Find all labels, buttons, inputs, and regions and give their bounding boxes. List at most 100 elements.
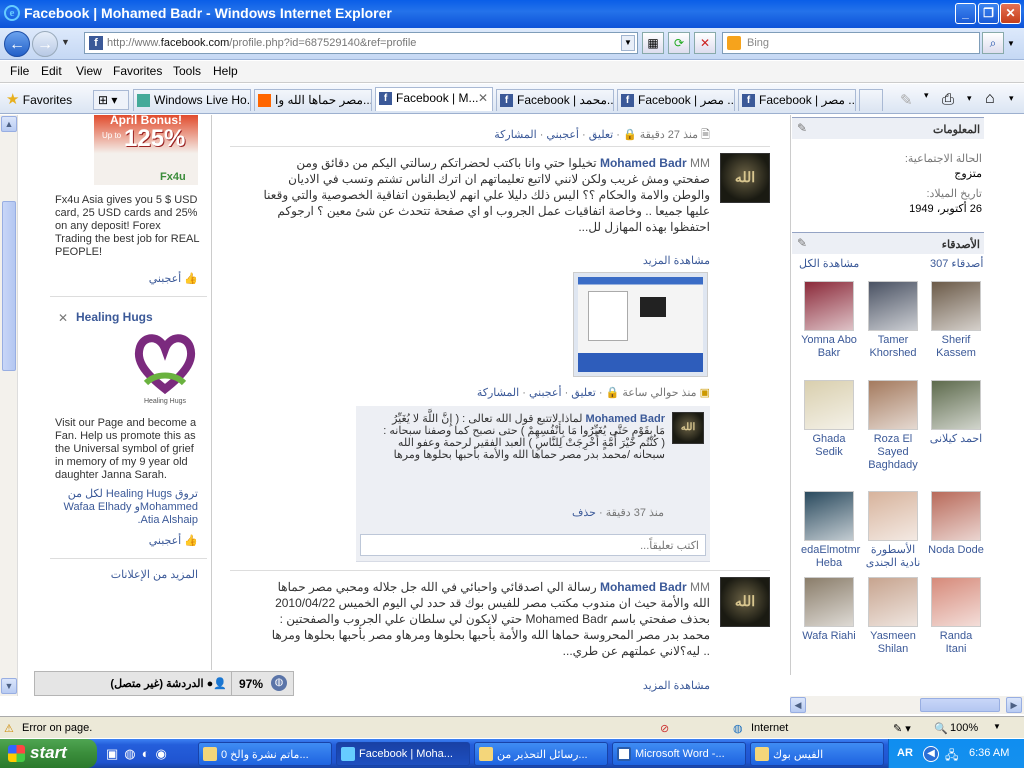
friend-name[interactable]: الأسطورة نادية الجندى: [865, 544, 921, 570]
search-input[interactable]: Bing: [722, 32, 980, 54]
vertical-scrollbar[interactable]: ▲ ▼: [0, 115, 18, 696]
tab-facebook-2[interactable]: f Facebook | محمد...: [496, 89, 614, 111]
healing-hugs-title[interactable]: Healing Hugs: [76, 310, 153, 324]
like-link[interactable]: أعجبني: [546, 129, 579, 141]
friend-photo[interactable]: [868, 281, 918, 331]
healing-hugs-logo[interactable]: Healing Hugs: [132, 329, 198, 409]
friend-photo[interactable]: [868, 577, 918, 627]
protected-mode-icon[interactable]: ✎ ▾: [893, 722, 911, 735]
url-field[interactable]: f http://www.facebook.com/profile.php?id…: [84, 32, 638, 54]
friend-name[interactable]: edaElmotmr Heba: [801, 544, 860, 570]
stop-icon[interactable]: ✕: [694, 32, 716, 54]
maximize-button[interactable]: ❐: [978, 3, 999, 24]
minimize-button[interactable]: _: [955, 3, 976, 24]
fx4u-ad-banner[interactable]: April Bonus! Up to 125% Fx4u: [94, 115, 198, 185]
friend-name[interactable]: Yasmeen Shilan: [865, 630, 921, 656]
home-icon[interactable]: ⌂: [985, 90, 995, 108]
see-more-link[interactable]: مشاهدة المزيد: [560, 254, 710, 267]
like-ad-1[interactable]: 👍 أعجبني: [120, 272, 198, 285]
friend-name[interactable]: Ghada Sedik: [801, 433, 857, 459]
friend-item[interactable]: Wafa Riahi: [801, 577, 857, 643]
friend-name[interactable]: Randa Itani: [928, 630, 984, 656]
avatar[interactable]: الله: [720, 577, 770, 627]
friend-name[interactable]: Sherif Kassem: [928, 334, 984, 360]
friend-item[interactable]: Tamer Khorshed: [865, 281, 921, 360]
comment-author[interactable]: Mohamed Badr: [586, 413, 665, 425]
edit-info-icon[interactable]: ✎: [797, 121, 807, 135]
horizontal-scrollbar[interactable]: ◀ ▶: [790, 696, 1024, 714]
recent-pages-dropdown-icon[interactable]: ▼: [61, 37, 70, 47]
post-author[interactable]: Mohamed Badr: [600, 156, 687, 170]
like-ad-2[interactable]: 👍 أعجبني: [120, 534, 198, 547]
zoom-icon[interactable]: 🔍: [934, 722, 948, 735]
close-ad-icon[interactable]: ✕: [58, 311, 68, 325]
print-icon[interactable]: ⎙: [942, 91, 954, 108]
comment-avatar[interactable]: الله: [672, 412, 704, 444]
post-author[interactable]: Mohamed Badr: [600, 580, 687, 594]
search-icon[interactable]: ⌕: [982, 32, 1004, 54]
scroll-thumb[interactable]: [2, 201, 16, 371]
healing-hugs-social[interactable]: تروق Healing Hugs لكل من Mohammedو Wafaa…: [55, 488, 198, 527]
friend-name[interactable]: Noda Dode: [928, 544, 984, 557]
comment-link[interactable]: تعليق: [589, 129, 614, 141]
friend-photo[interactable]: [931, 281, 981, 331]
friend-name[interactable]: Yomna Abo Bakr: [801, 334, 857, 360]
friend-item[interactable]: edaElmotmr Heba: [801, 491, 860, 570]
friend-item[interactable]: الأسطورة نادية الجندى: [865, 491, 921, 570]
fx4u-ad-text[interactable]: Fx4u Asia gives you 5 $ USD card, 25 USD…: [55, 194, 200, 259]
share-link[interactable]: المشاركة: [477, 387, 519, 399]
friend-item[interactable]: Randa Itani: [928, 577, 984, 656]
friends-count[interactable]: 307 أصدقاء: [930, 257, 983, 270]
menu-help[interactable]: Help: [213, 64, 238, 78]
new-tab-button[interactable]: [859, 89, 883, 111]
refresh-icon[interactable]: ⟳: [668, 32, 690, 54]
taskbar-item-word[interactable]: Microsoft Word -...: [612, 742, 746, 766]
search-options-icon[interactable]: ▼: [1007, 39, 1015, 48]
delete-comment-link[interactable]: حذف: [572, 507, 596, 519]
friend-photo[interactable]: [931, 577, 981, 627]
quick-launch-icons[interactable]: ▣◍◐◉: [106, 746, 173, 762]
language-indicator[interactable]: AR: [897, 747, 913, 759]
forward-button[interactable]: →: [32, 31, 58, 57]
start-button[interactable]: start: [0, 739, 97, 768]
scroll-up-arrow-icon[interactable]: ▲: [1, 116, 17, 132]
edit-friends-icon[interactable]: ✎: [797, 236, 807, 250]
friend-item[interactable]: احمد كيلانى: [928, 380, 984, 446]
compatibility-view-icon[interactable]: ▦: [642, 32, 664, 54]
menu-edit[interactable]: Edit: [41, 64, 62, 78]
close-tab-icon[interactable]: ✕: [478, 91, 488, 105]
scroll-down-arrow-icon[interactable]: ▼: [1, 678, 17, 694]
friend-photo[interactable]: [931, 380, 981, 430]
comment-input[interactable]: اكتب تعليقاً...: [360, 534, 706, 556]
taskbar-item-folder-1[interactable]: ماتم نشرة والخ 0...: [198, 742, 332, 766]
url-dropdown-icon[interactable]: ▼: [621, 35, 635, 51]
zoom-level[interactable]: 100%: [950, 722, 978, 734]
like-link[interactable]: أعجبني: [529, 387, 562, 399]
friend-photo[interactable]: [804, 380, 854, 430]
more-ads-link[interactable]: المزيد من الإعلانات: [60, 568, 198, 581]
friend-item[interactable]: Ghada Sedik: [801, 380, 857, 459]
friend-photo[interactable]: [804, 491, 854, 541]
tab-blog[interactable]: مصر حماها الله وا...: [254, 89, 372, 111]
friend-photo[interactable]: [804, 577, 854, 627]
warning-icon[interactable]: ⚠: [4, 722, 14, 735]
friend-photo[interactable]: [931, 491, 981, 541]
taskbar-item-folder-2[interactable]: رسائل التحذير من...: [474, 742, 608, 766]
tab-facebook-active[interactable]: f Facebook | M... ✕: [375, 87, 493, 111]
menu-view[interactable]: View: [76, 64, 102, 78]
feeds-icon[interactable]: ✎: [900, 91, 913, 109]
friend-item[interactable]: Sherif Kassem: [928, 281, 984, 360]
hscroll-thumb[interactable]: [920, 698, 1000, 712]
tab-facebook-4[interactable]: f Facebook | مصر ...: [738, 89, 856, 111]
view-all-friends-link[interactable]: مشاهدة الكل: [799, 257, 859, 270]
friend-photo[interactable]: [804, 281, 854, 331]
friend-item[interactable]: Roza El Sayed Baghdady: [865, 380, 921, 472]
friend-item[interactable]: Noda Dode: [928, 491, 984, 557]
zoom-options-icon[interactable]: ▼: [993, 722, 1001, 731]
menu-file[interactable]: File: [10, 64, 29, 78]
friend-photo[interactable]: [868, 380, 918, 430]
friend-item[interactable]: Yasmeen Shilan: [865, 577, 921, 656]
friend-name[interactable]: Wafa Riahi: [801, 630, 857, 643]
share-link[interactable]: المشاركة: [494, 129, 536, 141]
post-attachment-image[interactable]: [573, 272, 708, 377]
